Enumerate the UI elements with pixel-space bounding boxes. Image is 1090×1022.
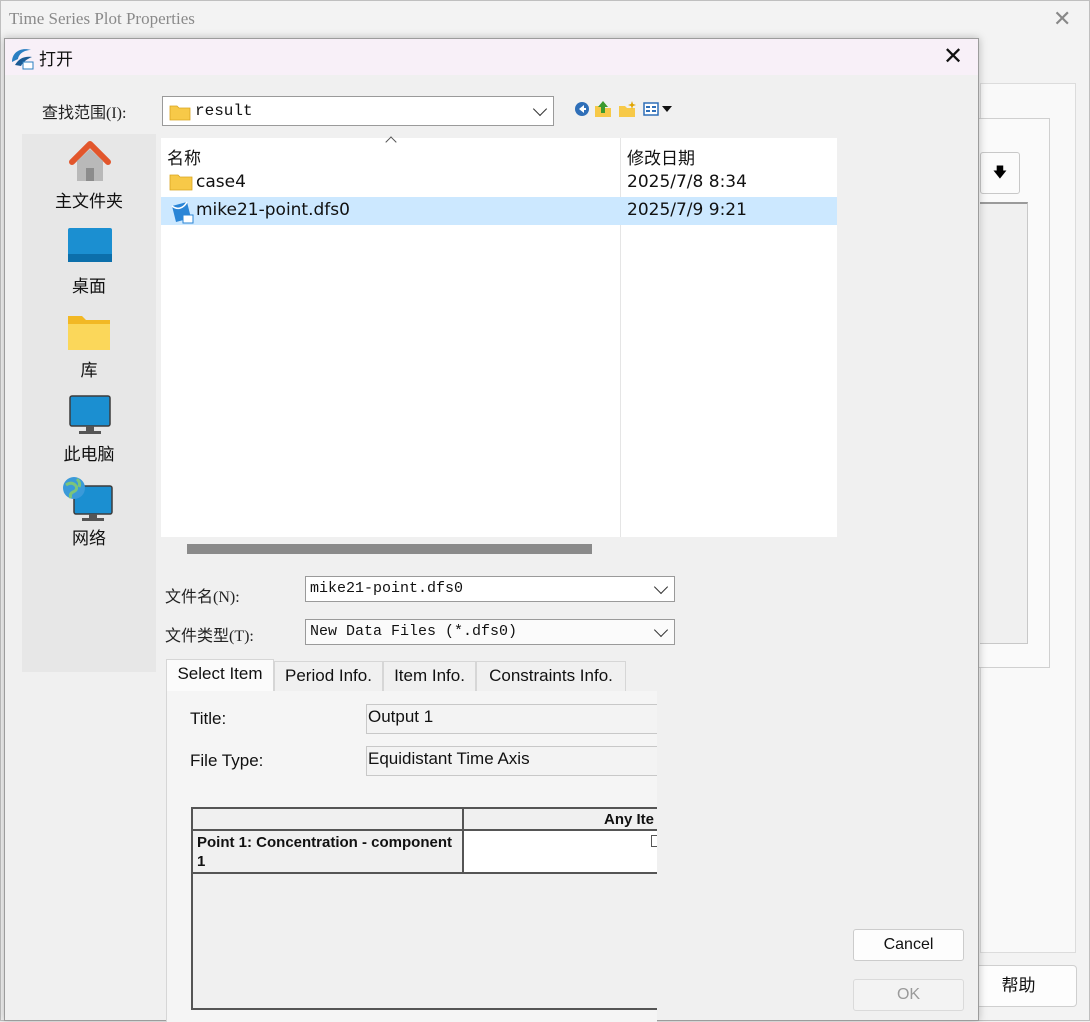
cancel-button[interactable]: Cancel xyxy=(853,929,964,961)
background-list-area xyxy=(980,202,1028,644)
horizontal-scrollbar-thumb[interactable] xyxy=(187,544,592,554)
filetype-select[interactable]: New Data Files (*.dfs0) xyxy=(305,619,675,645)
place-label: 此电脑 xyxy=(63,445,115,465)
file-name: case4 xyxy=(196,172,246,192)
new-folder-icon[interactable] xyxy=(617,99,637,119)
open-file-dialog: 打开 ✕ 查找范围(I): result 主文件夹 桌面 库 此电脑 网络 名称… xyxy=(4,38,979,1022)
dialog-title: 打开 xyxy=(39,50,73,70)
places-bar: 主文件夹 桌面 库 此电脑 网络 xyxy=(22,134,156,672)
filename-field[interactable]: mike21-point.dfs0 xyxy=(305,576,675,602)
title-field[interactable]: Output 1 xyxy=(366,704,657,734)
filetype-value: New Data Files (*.dfs0) xyxy=(310,623,518,640)
place-label: 库 xyxy=(80,361,98,381)
desktop-icon xyxy=(68,228,112,262)
view-menu-icon[interactable] xyxy=(642,99,676,119)
filename-label: 文件名(N): xyxy=(165,589,240,606)
lookin-label: 查找范围(I): xyxy=(42,105,127,122)
network-icon xyxy=(63,477,113,521)
app-logo-icon xyxy=(12,49,34,70)
background-window-title: Time Series Plot Properties xyxy=(9,9,195,28)
dialog-titlebar: 打开 ✕ xyxy=(5,39,978,75)
grid-header-any-item: Any Ite xyxy=(464,809,657,831)
column-header-name[interactable]: 名称 xyxy=(167,144,201,169)
filename-value: mike21-point.dfs0 xyxy=(310,580,464,597)
title-label: Title: xyxy=(190,709,227,728)
grid-row-label: Point 1: Concentration - component 1 xyxy=(193,831,464,874)
file-name: mike21-point.dfs0 xyxy=(196,200,350,220)
tab-select-item[interactable]: Select Item xyxy=(166,659,274,691)
tab-period-info[interactable]: Period Info. xyxy=(274,661,383,691)
place-label: 主文件夹 xyxy=(55,192,123,212)
place-home[interactable]: 主文件夹 xyxy=(22,136,156,214)
place-network[interactable]: 网络 xyxy=(22,474,156,552)
tab-item-info[interactable]: Item Info. xyxy=(383,661,476,691)
place-desktop[interactable]: 桌面 xyxy=(22,222,156,300)
library-folder-icon xyxy=(68,316,110,350)
tab-constraints-info[interactable]: Constraints Info. xyxy=(476,661,626,691)
file-type-field: Equidistant Time Axis xyxy=(366,746,657,776)
sort-ascending-icon xyxy=(385,136,397,148)
home-icon xyxy=(69,141,111,181)
grid-header-cell xyxy=(193,809,464,831)
grid-cell xyxy=(464,831,657,874)
file-list[interactable]: 名称 修改日期 case4 2025/7/8 8:34 mike21-point… xyxy=(161,136,837,537)
file-row[interactable]: case4 2025/7/8 8:34 xyxy=(161,169,837,197)
background-close-icon[interactable]: ✕ xyxy=(1053,7,1071,32)
chevron-down-icon[interactable] xyxy=(532,101,548,117)
lookin-combo[interactable]: result xyxy=(162,96,554,126)
up-folder-icon[interactable] xyxy=(593,99,613,119)
back-icon[interactable] xyxy=(572,99,592,119)
move-down-icon[interactable]: 🡇 xyxy=(980,152,1020,194)
file-date: 2025/7/8 8:34 xyxy=(627,172,747,192)
computer-icon xyxy=(69,395,111,434)
lookin-value: result xyxy=(195,102,253,120)
folder-icon xyxy=(169,105,191,121)
file-row-selected[interactable]: mike21-point.dfs0 2025/7/9 9:21 xyxy=(161,197,837,225)
folder-icon xyxy=(169,174,193,191)
place-library[interactable]: 库 xyxy=(22,306,156,384)
place-label: 桌面 xyxy=(72,277,106,297)
close-icon[interactable]: ✕ xyxy=(943,42,963,70)
item-grid: Any Ite Point 1: Concentration - compone… xyxy=(191,807,657,1010)
ok-button[interactable]: OK xyxy=(853,979,964,1011)
dfs0-file-icon xyxy=(171,201,194,224)
place-this-pc[interactable]: 此电脑 xyxy=(22,390,156,468)
chevron-down-icon[interactable] xyxy=(653,622,669,638)
file-type-label: File Type: xyxy=(190,751,264,770)
place-label: 网络 xyxy=(72,529,106,549)
chevron-down-icon[interactable] xyxy=(653,579,669,595)
filetype-label: 文件类型(T): xyxy=(165,628,254,645)
column-header-date[interactable]: 修改日期 xyxy=(627,144,695,169)
file-date: 2025/7/9 9:21 xyxy=(627,200,747,220)
any-item-checkbox[interactable] xyxy=(651,835,657,847)
